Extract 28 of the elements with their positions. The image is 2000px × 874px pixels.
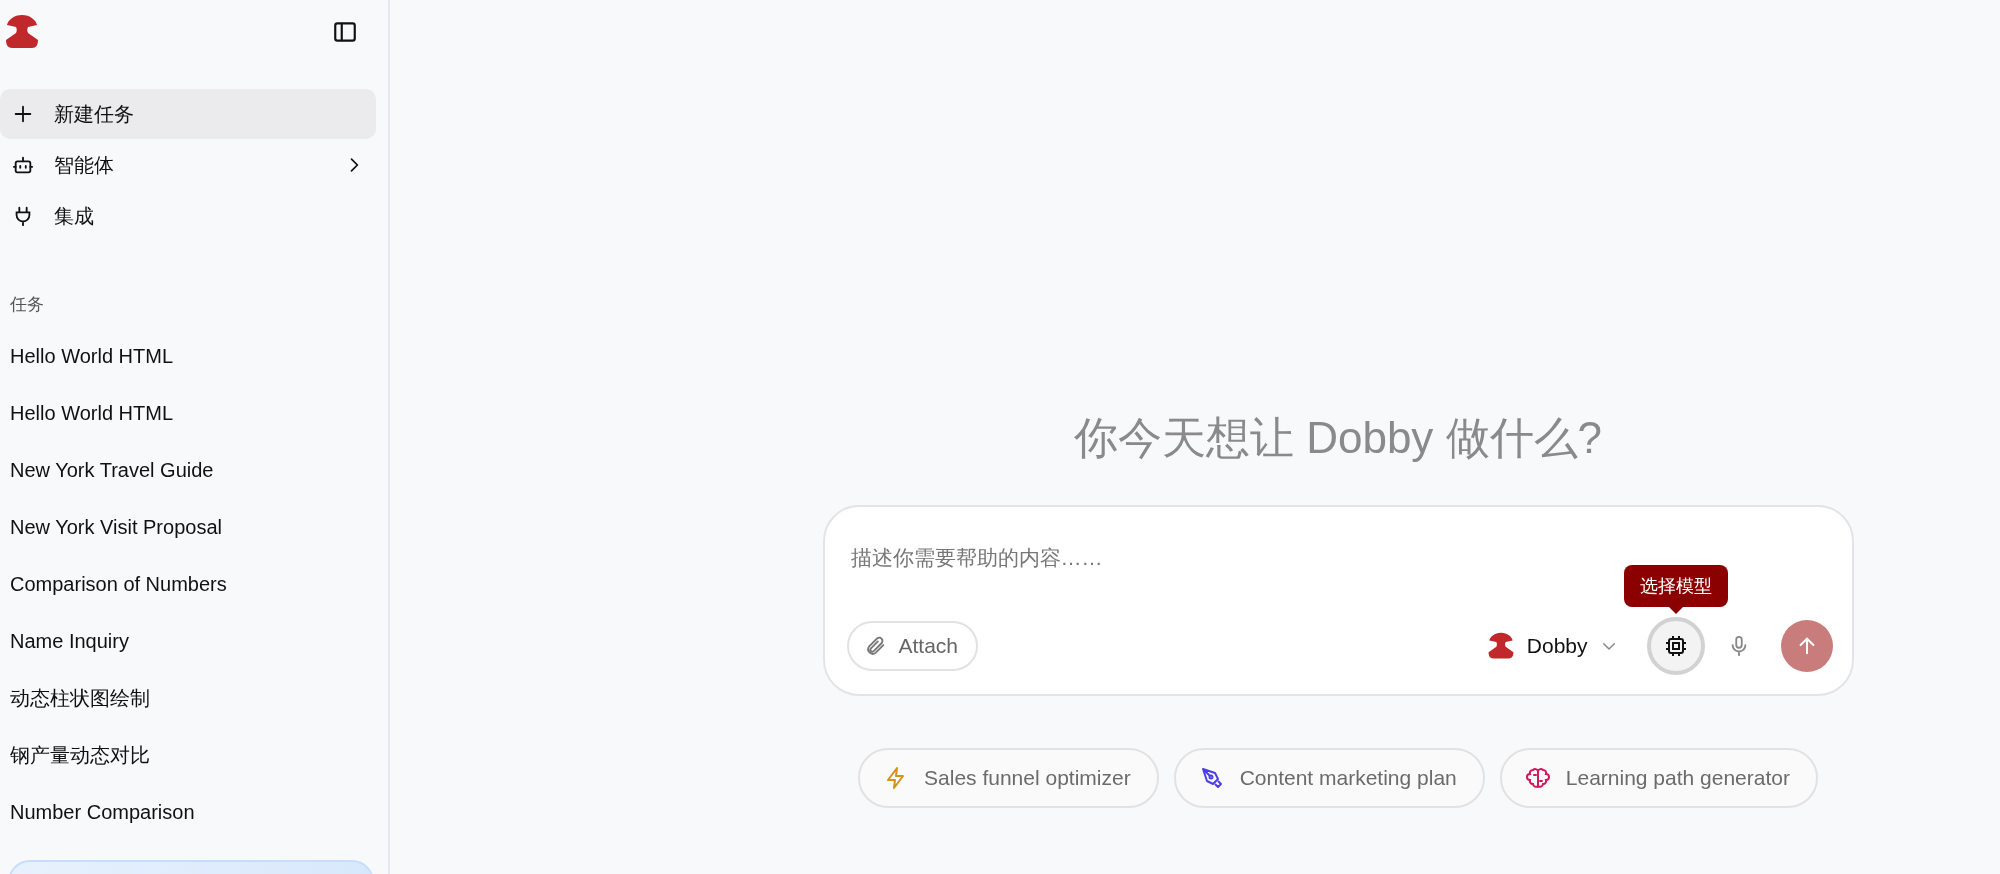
paperclip-icon xyxy=(864,635,887,657)
task-item[interactable]: New York Visit Proposal xyxy=(0,499,222,556)
section-label: 任务 xyxy=(10,294,44,316)
task-item[interactable]: Hello World HTML xyxy=(0,385,173,442)
send-button[interactable] xyxy=(1780,620,1833,672)
attach-button[interactable]: Attach xyxy=(846,621,979,671)
nav-item[interactable]: 智能体 xyxy=(0,140,376,190)
logo-icon xyxy=(4,14,40,50)
heading: 你今天想让 Dobby 做什么? xyxy=(1073,412,1603,464)
sidebar-toggle-icon[interactable] xyxy=(332,19,358,45)
prompt-field[interactable]: 描述你需要帮助的内容…… xyxy=(850,543,1451,573)
robot-icon xyxy=(12,154,34,176)
tooltip-pointer xyxy=(1668,607,1683,614)
nav-item[interactable]: 新建任务 xyxy=(0,89,376,139)
suggestion-chip[interactable]: Learning path generator xyxy=(1499,748,1818,808)
task-item[interactable]: Comparison of Numbers xyxy=(0,556,227,613)
logo-icon xyxy=(1486,632,1515,660)
model-selector[interactable]: Dobby xyxy=(1486,632,1618,660)
plus-icon xyxy=(12,103,34,125)
task-item[interactable]: Hello World HTML xyxy=(0,328,173,385)
suggestion-chip[interactable]: Content marketing plan xyxy=(1173,748,1485,808)
task-item[interactable]: Number Comparison xyxy=(0,784,195,841)
suggestion-chip[interactable]: Sales funnel optimizer xyxy=(858,748,1159,808)
task-item[interactable]: 动态柱状图绘制 xyxy=(0,670,150,727)
task-item[interactable]: Name Inquiry xyxy=(0,613,129,670)
task-item[interactable]: New York Travel Guide xyxy=(0,442,214,499)
task-item[interactable]: 钢产量动态对比 xyxy=(0,727,150,784)
nav-item[interactable]: 集成 xyxy=(0,191,376,241)
